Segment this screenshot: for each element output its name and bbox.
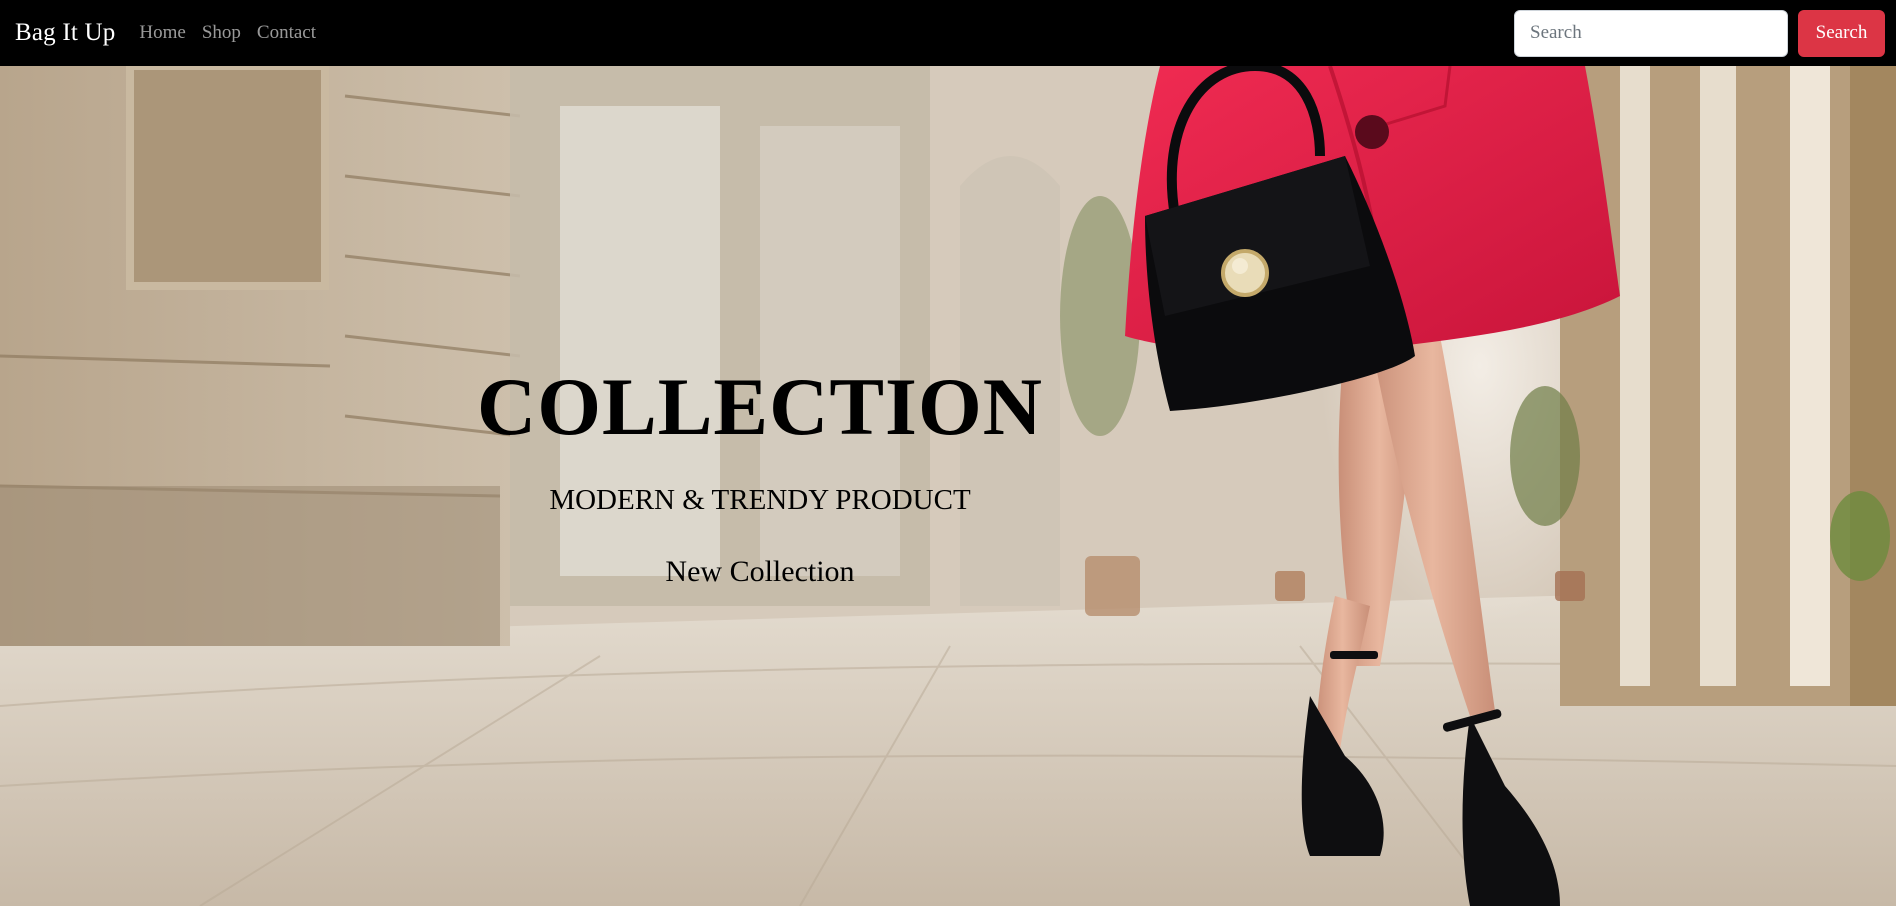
brand-link[interactable]: Bag It Up: [15, 19, 115, 47]
hero-banner: COLLECTION MODERN & TRENDY PRODUCT New C…: [0, 66, 1896, 906]
search-input[interactable]: [1514, 9, 1788, 57]
nav-link-home[interactable]: Home: [139, 22, 185, 44]
hero-subtitle: MODERN & TRENDY PRODUCT: [549, 484, 971, 516]
search-button[interactable]: Search: [1798, 9, 1885, 57]
hero-title: COLLECTION: [477, 361, 1043, 452]
search-form: Search: [1514, 9, 1885, 57]
hero-text-block: COLLECTION MODERN & TRENDY PRODUCT New C…: [460, 366, 1060, 589]
nav-link-contact[interactable]: Contact: [257, 22, 316, 44]
navbar: Bag It Up Home Shop Contact Search: [0, 0, 1896, 66]
nav-link-shop[interactable]: Shop: [202, 22, 241, 44]
new-collection-link[interactable]: New Collection: [665, 555, 854, 589]
